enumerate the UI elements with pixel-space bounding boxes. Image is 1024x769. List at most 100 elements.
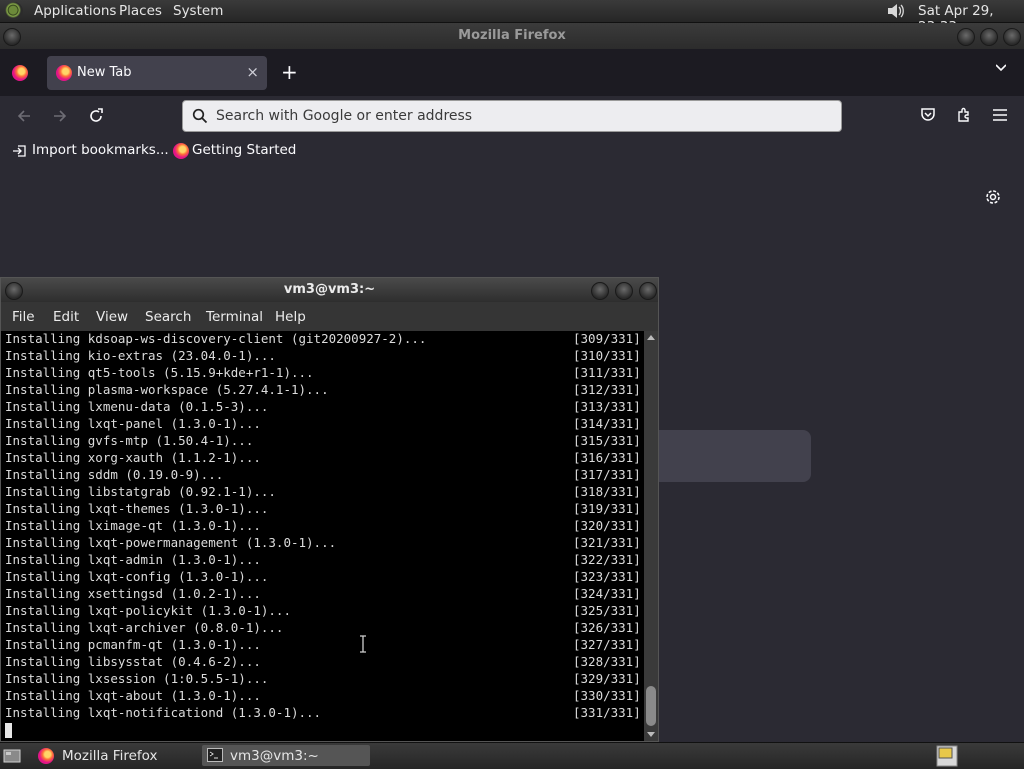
nav-bar	[0, 96, 1024, 136]
terminal-line: Installing plasma-workspace (5.27.4.1-1)…	[5, 382, 329, 397]
terminal-maximize-button[interactable]	[615, 282, 633, 300]
firefox-task-icon	[38, 748, 54, 764]
newtab-search-box[interactable]	[658, 430, 811, 482]
terminal-progress: [309/331]	[573, 331, 641, 346]
minimize-button[interactable]	[957, 28, 975, 46]
terminal-progress: [312/331]	[573, 382, 641, 397]
menu-icon[interactable]	[992, 108, 1008, 122]
tab-label: New Tab	[77, 65, 132, 80]
terminal-title: vm3@vm3:~	[283, 282, 376, 297]
terminal-line: Installing qt5-tools (5.15.9+kde+r1-1)..…	[5, 365, 314, 380]
terminal-line: Installing lxqt-themes (1.3.0-1)...	[5, 501, 269, 516]
scroll-down-icon[interactable]	[647, 732, 655, 737]
top-panel: Applications Places System Sat Apr 29, 2…	[0, 0, 1024, 35]
terminal-menu-view[interactable]: View	[96, 309, 128, 325]
firefox-titlebar[interactable]: Mozilla Firefox	[0, 23, 1024, 49]
bookmarks-bar: Import bookmarks... Getting Started	[0, 136, 1024, 166]
tab-favicon-icon	[56, 65, 72, 81]
url-bar[interactable]	[182, 100, 842, 132]
terminal-line: Installing lxqt-panel (1.3.0-1)...	[5, 416, 261, 431]
forward-icon[interactable]	[52, 108, 68, 124]
terminal-line: Installing lxsession (1:0.5.5-1)...	[5, 671, 269, 686]
pocket-icon[interactable]	[920, 107, 936, 123]
new-tab-button[interactable]: +	[281, 60, 298, 84]
terminal-line: Installing lxqt-about (1.3.0-1)...	[5, 688, 261, 703]
volume-icon[interactable]	[886, 3, 904, 19]
terminal-progress: [331/331]	[573, 705, 641, 720]
terminal-progress: [321/331]	[573, 535, 641, 550]
terminal-progress: [328/331]	[573, 654, 641, 669]
maximize-button[interactable]	[980, 28, 998, 46]
terminal-progress: [310/331]	[573, 348, 641, 363]
terminal-progress: [326/331]	[573, 620, 641, 635]
terminal-close-button[interactable]	[639, 282, 657, 300]
menu-system[interactable]: System	[173, 3, 223, 19]
terminal-progress: [324/331]	[573, 586, 641, 601]
scrollbar-thumb[interactable]	[646, 686, 656, 726]
taskbar-terminal-label: vm3@vm3:~	[230, 748, 319, 764]
terminal-line: Installing lxqt-notificationd (1.3.0-1).…	[5, 705, 322, 720]
taskbar-terminal[interactable]: vm3@vm3:~	[202, 745, 370, 766]
terminal-progress: [316/331]	[573, 450, 641, 465]
extensions-icon[interactable]	[956, 107, 972, 123]
terminal-menu-edit[interactable]: Edit	[53, 309, 79, 325]
tab-close-icon[interactable]: ×	[246, 63, 259, 81]
taskbar-firefox-label: Mozilla Firefox	[62, 748, 158, 764]
terminal-line: Installing libsysstat (0.4.6-2)...	[5, 654, 261, 669]
terminal-menu-search[interactable]: Search	[145, 309, 191, 325]
terminal-progress: [329/331]	[573, 671, 641, 686]
list-all-tabs-icon[interactable]	[996, 62, 1006, 72]
terminal-menu-terminal[interactable]: Terminal	[206, 309, 263, 325]
terminal-window: vm3@vm3:~ File Edit View Search Terminal…	[0, 277, 659, 742]
terminal-line: Installing lxmenu-data (0.1.5-3)...	[5, 399, 269, 414]
window-title: Mozilla Firefox	[458, 28, 566, 43]
terminal-progress: [311/331]	[573, 365, 641, 380]
terminal-line: Installing lxqt-policykit (1.3.0-1)...	[5, 603, 291, 618]
workspace-switcher-icon[interactable]	[936, 745, 958, 767]
tab-new-tab[interactable]: New Tab ×	[47, 56, 267, 90]
terminal-titlebar[interactable]: vm3@vm3:~	[1, 278, 658, 302]
show-desktop-icon[interactable]	[3, 748, 21, 764]
terminal-line: Installing lxqt-powermanagement (1.3.0-1…	[5, 535, 337, 550]
terminal-output[interactable]: Installing kdsoap-ws-discovery-client (g…	[1, 331, 644, 741]
terminal-line: Installing kdsoap-ws-discovery-client (g…	[5, 331, 427, 346]
terminal-line: Installing xorg-xauth (1.1.2-1)...	[5, 450, 261, 465]
distro-logo-icon[interactable]	[5, 2, 23, 20]
back-icon[interactable]	[16, 108, 32, 124]
terminal-menu-help[interactable]: Help	[275, 309, 306, 325]
terminal-line: Installing lxqt-archiver (0.8.0-1)...	[5, 620, 284, 635]
firefox-view-icon[interactable]	[12, 65, 28, 81]
taskbar-firefox[interactable]: Mozilla Firefox	[32, 745, 200, 766]
terminal-line: Installing xsettingsd (1.0.2-1)...	[5, 586, 261, 601]
terminal-progress: [314/331]	[573, 416, 641, 431]
reload-icon[interactable]	[88, 108, 104, 124]
bottom-taskbar: Mozilla Firefox vm3@vm3:~	[0, 742, 1024, 769]
terminal-task-icon	[207, 748, 223, 762]
bookmark-favicon-icon	[173, 143, 189, 159]
terminal-line: Installing sddm (0.19.0-9)...	[5, 467, 224, 482]
url-input[interactable]	[216, 101, 816, 131]
menu-places[interactable]: Places	[119, 3, 162, 19]
terminal-minimize-button[interactable]	[591, 282, 609, 300]
terminal-progress: [325/331]	[573, 603, 641, 618]
terminal-progress: [318/331]	[573, 484, 641, 499]
terminal-menu-file[interactable]: File	[12, 309, 35, 325]
close-window-button[interactable]	[1003, 28, 1021, 46]
bookmark-import[interactable]: Import bookmarks...	[32, 142, 169, 158]
bookmark-getting-started[interactable]: Getting Started	[192, 142, 296, 158]
settings-gear-icon[interactable]	[984, 188, 1002, 206]
scroll-up-icon[interactable]	[647, 335, 655, 340]
terminal-line: Installing kio-extras (23.04.0-1)...	[5, 348, 276, 363]
search-icon	[192, 108, 208, 124]
tab-strip: New Tab × +	[0, 49, 1024, 96]
menu-applications[interactable]: Applications	[34, 3, 116, 19]
terminal-progress: [322/331]	[573, 552, 641, 567]
terminal-line: Installing pcmanfm-qt (1.3.0-1)...	[5, 637, 261, 652]
terminal-cursor	[5, 723, 12, 738]
import-icon	[13, 145, 26, 157]
text-cursor-icon	[360, 635, 366, 653]
terminal-progress: [327/331]	[573, 637, 641, 652]
terminal-line: Installing lxqt-config (1.3.0-1)...	[5, 569, 269, 584]
terminal-progress: [320/331]	[573, 518, 641, 533]
terminal-scrollbar[interactable]	[644, 331, 658, 741]
